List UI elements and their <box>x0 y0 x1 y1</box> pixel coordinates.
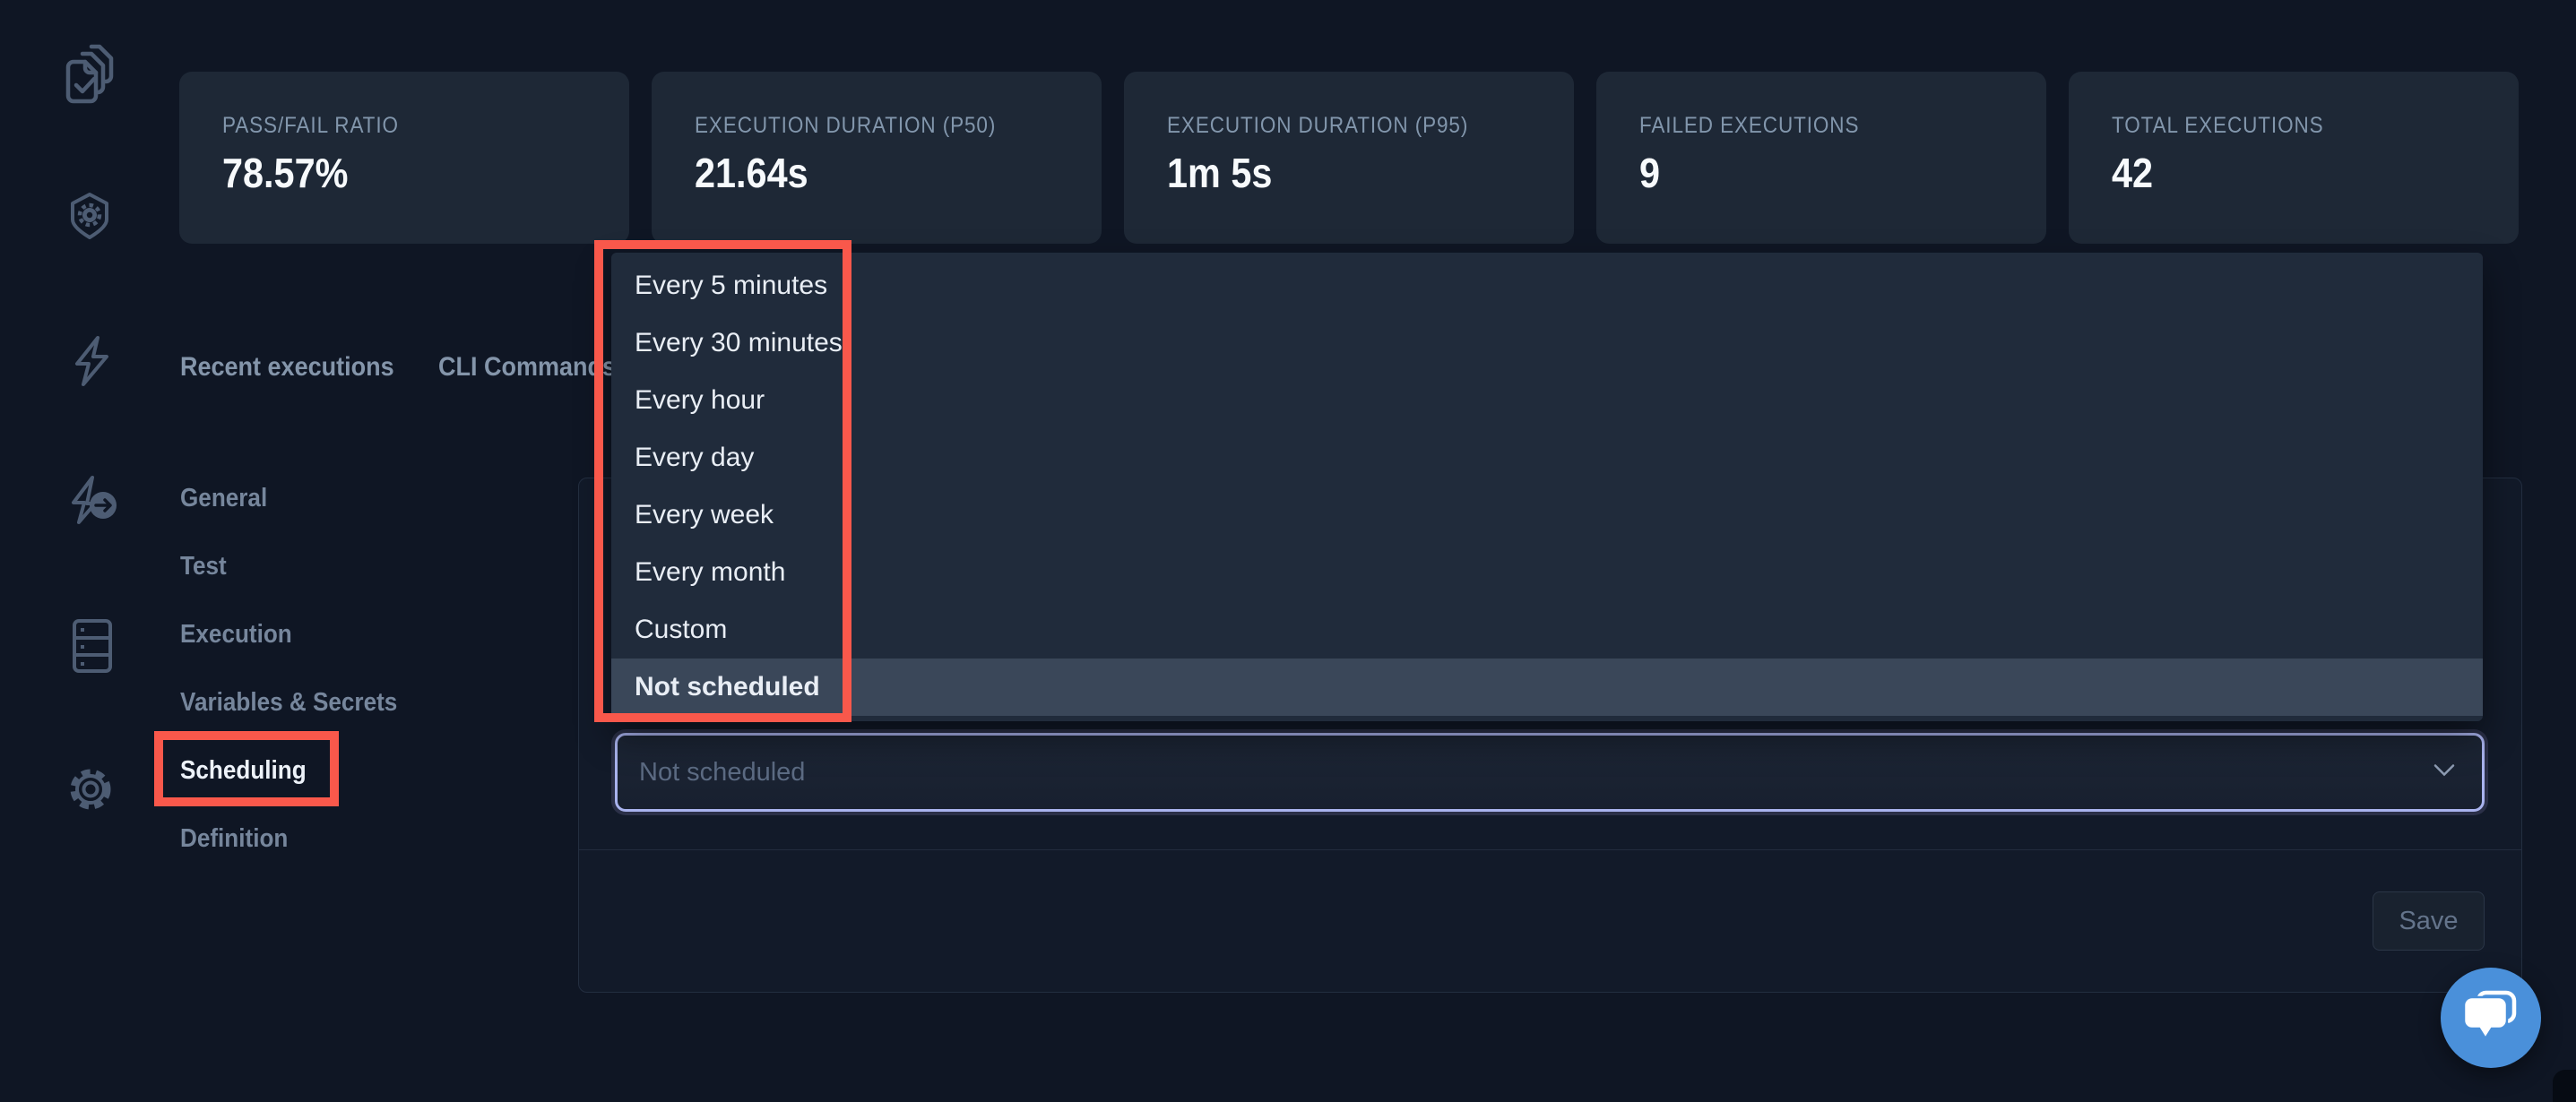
dropdown-option-every-5-minutes[interactable]: Every 5 minutes <box>611 257 2483 314</box>
tab-label: CLI Commands <box>438 351 616 383</box>
settings-nav-item-variables-secrets[interactable]: Variables & Secrets <box>180 686 421 719</box>
stat-label: FAILED EXECUTIONS <box>1639 113 1859 139</box>
dropdown-option-not-scheduled[interactable]: Not scheduled <box>611 659 2483 716</box>
nav-item-label: Variables & Secrets <box>180 686 397 719</box>
tab-label: Recent executions <box>180 351 394 383</box>
dropdown-option-every-hour[interactable]: Every hour <box>611 372 2483 429</box>
save-button-label: Save <box>2399 907 2458 936</box>
executors-icon[interactable] <box>70 335 113 392</box>
chat-widget-button[interactable] <box>2441 968 2541 1068</box>
stat-value: 78.57% <box>222 149 348 197</box>
settings-nav-item-general[interactable]: General <box>180 482 277 514</box>
stat-value: 9 <box>1639 149 1660 197</box>
testkube-scheduling-page: PASS/FAIL RATIO 78.57% EXECUTION DURATIO… <box>0 0 2576 1102</box>
stat-card-total-executions: TOTAL EXECUTIONS 42 <box>2069 72 2519 244</box>
stat-value: 42 <box>2112 149 2153 197</box>
nav-item-label: General <box>180 482 267 514</box>
dropdown-option-every-week[interactable]: Every week <box>611 486 2483 544</box>
chevron-down-icon <box>2433 764 2455 781</box>
background-corner-shape <box>2553 1070 2576 1102</box>
dropdown-option-custom[interactable]: Custom <box>611 601 2483 659</box>
schedule-select-value: Not scheduled <box>639 758 805 788</box>
stat-label: TOTAL EXECUTIONS <box>2112 113 2324 139</box>
webhooks-icon[interactable] <box>68 192 111 245</box>
executions-icon[interactable] <box>68 475 120 535</box>
stat-value: 1m 5s <box>1167 149 1272 197</box>
stat-card-execution-duration-p95: EXECUTION DURATION (P95) 1m 5s <box>1124 72 1574 244</box>
sources-icon[interactable] <box>72 618 113 678</box>
stat-value: 21.64s <box>695 149 808 197</box>
settings-icon[interactable] <box>66 763 115 820</box>
tab-recent-executions[interactable]: Recent executions <box>180 351 418 383</box>
stat-label: EXECUTION DURATION (P50) <box>695 113 996 139</box>
schedule-select[interactable]: Not scheduled <box>615 733 2485 812</box>
nav-item-label: Execution <box>180 618 292 650</box>
settings-nav-item-test[interactable]: Test <box>180 550 231 582</box>
nav-item-label: Scheduling <box>180 754 307 787</box>
panel-footer-divider <box>579 849 2521 850</box>
settings-nav-item-definition[interactable]: Definition <box>180 822 300 855</box>
schedule-dropdown-menu: Every 5 minutes Every 30 minutes Every h… <box>611 253 2483 721</box>
save-button[interactable]: Save <box>2373 891 2485 951</box>
stat-card-pass-fail-ratio: PASS/FAIL RATIO 78.57% <box>179 72 629 244</box>
settings-nav-item-execution[interactable]: Execution <box>180 618 305 650</box>
nav-item-label: Definition <box>180 822 288 855</box>
nav-item-label: Test <box>180 550 227 582</box>
dropdown-option-every-month[interactable]: Every month <box>611 544 2483 601</box>
stat-card-failed-executions: FAILED EXECUTIONS 9 <box>1596 72 2046 244</box>
settings-nav-item-scheduling[interactable]: Scheduling <box>180 754 320 787</box>
tab-cli-commands[interactable]: CLI Commands <box>438 351 635 383</box>
stat-label: PASS/FAIL RATIO <box>222 113 399 139</box>
chat-bubbles-icon <box>2463 990 2519 1046</box>
tests-icon[interactable] <box>65 43 117 110</box>
stat-label: EXECUTION DURATION (P95) <box>1167 113 1468 139</box>
stat-card-execution-duration-p50: EXECUTION DURATION (P50) 21.64s <box>652 72 1102 244</box>
dropdown-option-every-day[interactable]: Every day <box>611 429 2483 486</box>
dropdown-option-every-30-minutes[interactable]: Every 30 minutes <box>611 314 2483 372</box>
